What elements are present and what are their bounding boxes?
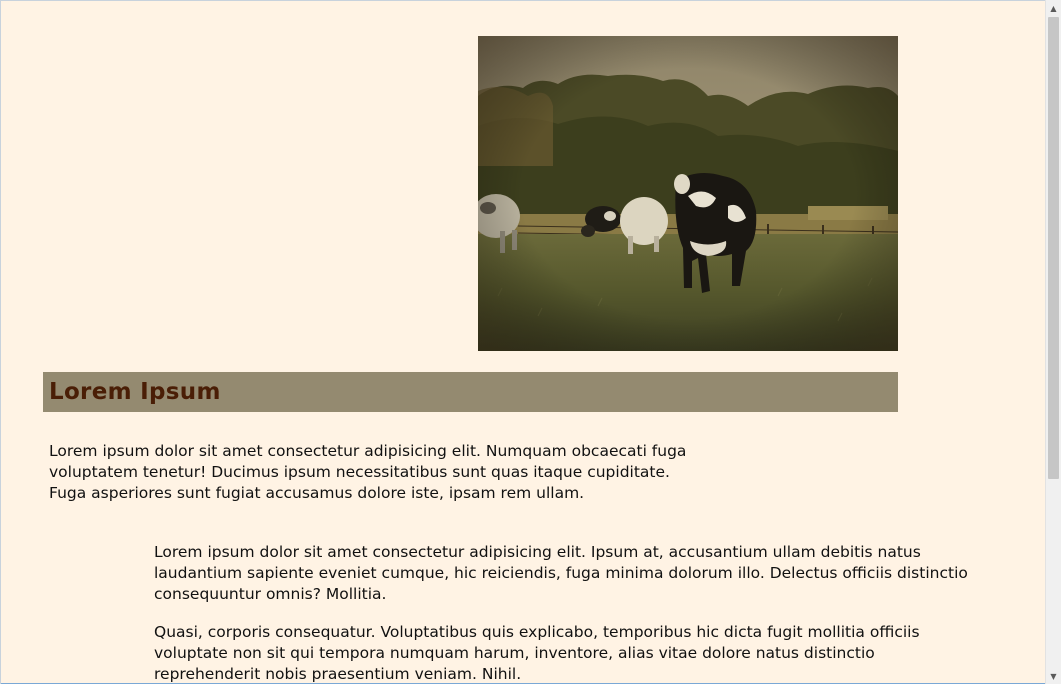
page-viewport: Lorem Ipsum Lorem ipsum dolor sit amet c… bbox=[0, 0, 1045, 684]
vertical-scrollbar[interactable]: ▲ ▼ bbox=[1045, 0, 1061, 684]
scroll-down-icon[interactable]: ▼ bbox=[1046, 668, 1061, 684]
body-paragraph: Quasi, corporis consequatur. Voluptatibu… bbox=[154, 623, 920, 683]
scroll-up-icon[interactable]: ▲ bbox=[1046, 0, 1061, 16]
photo-illustration bbox=[478, 36, 898, 351]
heading-banner: Lorem Ipsum bbox=[43, 372, 898, 412]
scrollbar-thumb[interactable] bbox=[1048, 17, 1059, 479]
cows-in-pasture-photo bbox=[478, 36, 898, 351]
intro-paragraph: Lorem ipsum dolor sit amet consectetur a… bbox=[49, 442, 687, 502]
page-heading: Lorem Ipsum bbox=[49, 379, 221, 405]
body-paragraph: Lorem ipsum dolor sit amet consectetur a… bbox=[154, 543, 968, 603]
